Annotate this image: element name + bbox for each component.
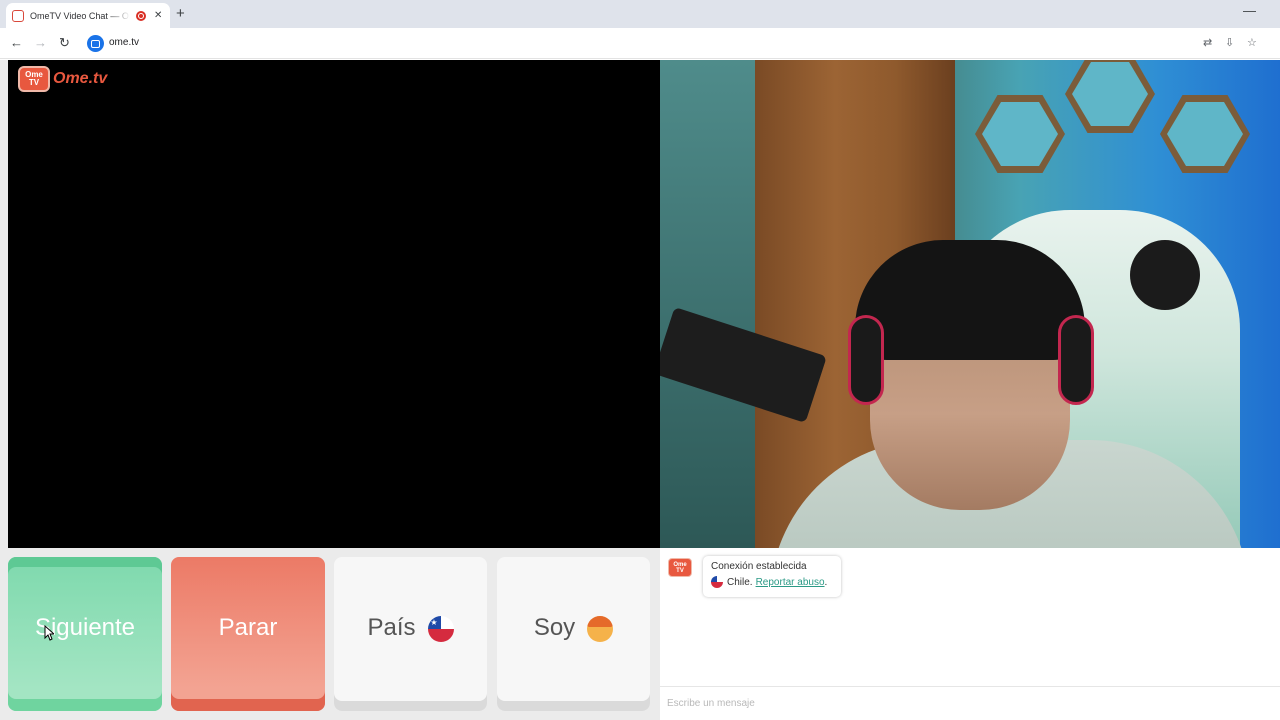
window-minimize-button[interactable]: —: [1243, 3, 1256, 18]
webcam-lamp: [1130, 240, 1200, 310]
partner-country-text: Chile.: [727, 576, 753, 588]
browser-tab[interactable]: OmeTV Video Chat — Omegle alternative ✕: [6, 3, 170, 28]
ometv-favicon-icon: [12, 9, 24, 22]
stop-button[interactable]: Parar: [171, 557, 325, 711]
new-tab-button[interactable]: +: [176, 5, 185, 22]
tab-title: OmeTV Video Chat — Omegle alternative: [30, 10, 130, 21]
reload-icon[interactable]: ↻: [59, 35, 70, 51]
report-suffix: .: [824, 576, 828, 588]
ometv-bot-avatar-icon: Ome TV: [668, 558, 692, 577]
ometv-page: Ome TV Ome.tv Siguiente Parar País Soy: [0, 60, 1280, 720]
headphone-left: [848, 315, 884, 405]
chile-flag-icon: [427, 615, 454, 642]
browser-tabstrip: OmeTV Video Chat — Omegle alternative ✕ …: [0, 0, 1280, 28]
boy-icon: [587, 615, 614, 642]
back-arrow-icon[interactable]: ←: [10, 35, 23, 51]
system-message-bubble: Conexión establecida Chile. Reportar abu…: [703, 556, 841, 597]
connection-status-text: Conexión establecida: [711, 561, 807, 572]
address-bar-url[interactable]: ome.tv: [109, 37, 139, 48]
install-app-icon[interactable]: ⇩: [1225, 36, 1234, 49]
stop-button-label: Parar: [218, 614, 278, 641]
browser-toolbar: ← → ↻ ome.tv ⇄ ⇩ ☆: [0, 28, 1280, 59]
chat-panel: Ome TV Conexión establecida Chile. Repor…: [660, 548, 1280, 720]
next-button[interactable]: Siguiente: [8, 557, 162, 711]
chat-message-input[interactable]: [660, 686, 1280, 720]
bookmark-star-icon[interactable]: ☆: [1247, 36, 1257, 49]
headphone-right: [1058, 315, 1094, 405]
webcam-wall: [660, 60, 755, 548]
gender-select-button[interactable]: Soy: [497, 557, 650, 711]
site-camera-icon[interactable]: [87, 35, 104, 52]
forward-arrow-icon[interactable]: →: [34, 35, 47, 51]
mouse-cursor-icon: [44, 625, 54, 641]
recording-indicator-icon: [136, 10, 146, 21]
webcam-shelf: [1160, 95, 1250, 173]
remote-video-panel: Ome TV Ome.tv: [8, 60, 660, 548]
webcam-shelf: [1065, 60, 1155, 133]
partner-country-line: Chile. Reportar abuso.: [711, 576, 833, 588]
webcam-person-hair: [855, 240, 1085, 360]
gender-select-label: Soy: [533, 614, 576, 641]
country-filter-label-wrap: País: [367, 614, 454, 642]
country-filter-button[interactable]: País: [334, 557, 487, 711]
translate-icon[interactable]: ⇄: [1203, 36, 1212, 49]
webcam-shelf: [975, 95, 1065, 173]
tab-close-icon[interactable]: ✕: [154, 10, 162, 21]
local-webcam-video: [660, 60, 1280, 548]
report-abuse-link[interactable]: Reportar abuso: [756, 577, 825, 588]
logo-tv-icon: Ome TV: [18, 66, 50, 92]
ometv-logo[interactable]: Ome TV Ome.tv: [18, 66, 107, 92]
logo-text: Ome.tv: [53, 70, 108, 87]
country-filter-label: País: [367, 614, 416, 641]
gender-select-label-wrap: Soy: [533, 614, 614, 642]
chile-flag-small-icon: [711, 576, 723, 588]
